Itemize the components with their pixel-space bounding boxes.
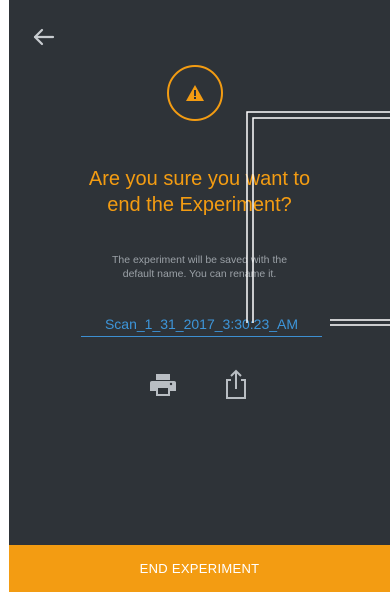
experiment-name-field[interactable] — [81, 312, 322, 337]
back-arrow-icon[interactable] — [29, 22, 59, 52]
dialog-message: The experiment will be saved with the de… — [111, 254, 288, 280]
printer-icon[interactable] — [149, 371, 177, 399]
share-icon[interactable] — [223, 368, 249, 400]
dialog-title: Are you sure you want to end the Experim… — [88, 168, 311, 216]
end-experiment-button[interactable]: END EXPERIMENT — [9, 545, 390, 592]
warning-badge — [167, 65, 223, 121]
warning-triangle-icon — [186, 85, 204, 101]
end-experiment-screen: Are you sure you want to end the Experim… — [9, 0, 390, 592]
